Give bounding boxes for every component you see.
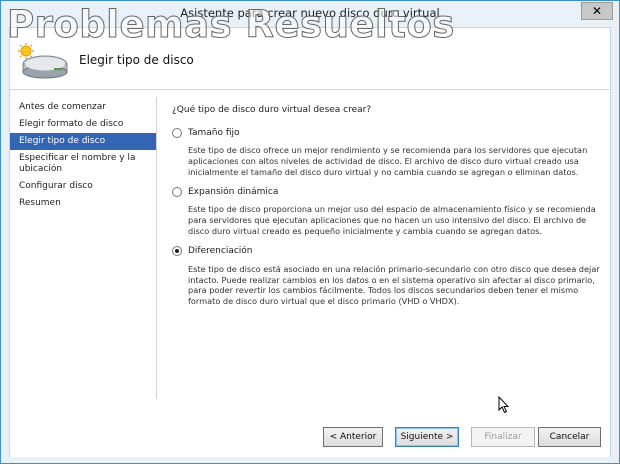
- disk-type-question: ¿Qué tipo de disco duro virtual desea cr…: [172, 105, 372, 115]
- wizard-steps-nav: Antes de comenzar Elegir formato de disc…: [10, 99, 156, 212]
- nav-step-especificar-nombre[interactable]: Especificar el nombre y la ubicación: [10, 150, 156, 178]
- nav-step-resumen[interactable]: Resumen: [10, 195, 156, 212]
- wizard-client-area: Elegir tipo de disco Antes de comenzar E…: [9, 27, 611, 457]
- dynamic-expansion-description: Este tipo de disco proporciona un mejor …: [188, 204, 596, 236]
- wizard-header: Elegir tipo de disco: [10, 28, 610, 90]
- differencing-radio-row[interactable]: Diferenciación: [172, 245, 602, 258]
- fixed-size-radio[interactable]: [172, 127, 182, 138]
- previous-button[interactable]: < Anterior: [323, 427, 383, 447]
- nav-step-antes-de-comenzar[interactable]: Antes de comenzar: [10, 99, 156, 116]
- dynamic-expansion-label[interactable]: Expansión dinámica: [188, 187, 278, 197]
- page-title: Elegir tipo de disco: [79, 53, 194, 67]
- wizard-footer: < Anterior Siguiente > Finalizar Cancela…: [10, 419, 610, 457]
- disk-type-panel: ¿Qué tipo de disco duro virtual desea cr…: [172, 105, 602, 315]
- option-differencing: Diferenciación Este tipo de disco está a…: [172, 245, 602, 307]
- next-button[interactable]: Siguiente >: [395, 427, 459, 447]
- option-dynamic-expansion: Expansión dinámica Este tipo de disco pr…: [172, 185, 602, 236]
- nav-step-configurar-disco[interactable]: Configurar disco: [10, 178, 156, 195]
- close-button[interactable]: ✕: [581, 2, 613, 20]
- cancel-button[interactable]: Cancelar: [538, 427, 601, 447]
- mouse-cursor-icon: [498, 396, 510, 414]
- differencing-radio[interactable]: [172, 246, 182, 257]
- nav-step-elegir-formato[interactable]: Elegir formato de disco: [10, 116, 156, 133]
- disk-wizard-icon: [18, 43, 68, 79]
- wizard-window: Asistente para crear nuevo disco duro vi…: [0, 0, 620, 464]
- differencing-label[interactable]: Diferenciación: [188, 246, 253, 256]
- dynamic-radio-row[interactable]: Expansión dinámica: [172, 185, 602, 198]
- fixed-size-label[interactable]: Tamaño fijo: [188, 128, 240, 138]
- wizard-body: Antes de comenzar Elegir formato de disc…: [10, 91, 610, 419]
- title-bar[interactable]: Asistente para crear nuevo disco duro vi…: [1, 1, 619, 27]
- differencing-description: Este tipo de disco está asociado en una …: [188, 263, 600, 307]
- option-fixed-size: Tamaño fijo Este tipo de disco ofrece un…: [172, 126, 602, 177]
- finish-button[interactable]: Finalizar: [471, 427, 535, 447]
- nav-divider: [156, 97, 157, 399]
- nav-step-elegir-tipo[interactable]: Elegir tipo de disco: [10, 133, 156, 150]
- fixed-size-radio-row[interactable]: Tamaño fijo: [172, 126, 602, 139]
- window-title: Asistente para crear nuevo disco duro vi…: [180, 6, 440, 20]
- dynamic-expansion-radio[interactable]: [172, 186, 182, 197]
- fixed-size-description: Este tipo de disco ofrece un mejor rendi…: [188, 145, 588, 177]
